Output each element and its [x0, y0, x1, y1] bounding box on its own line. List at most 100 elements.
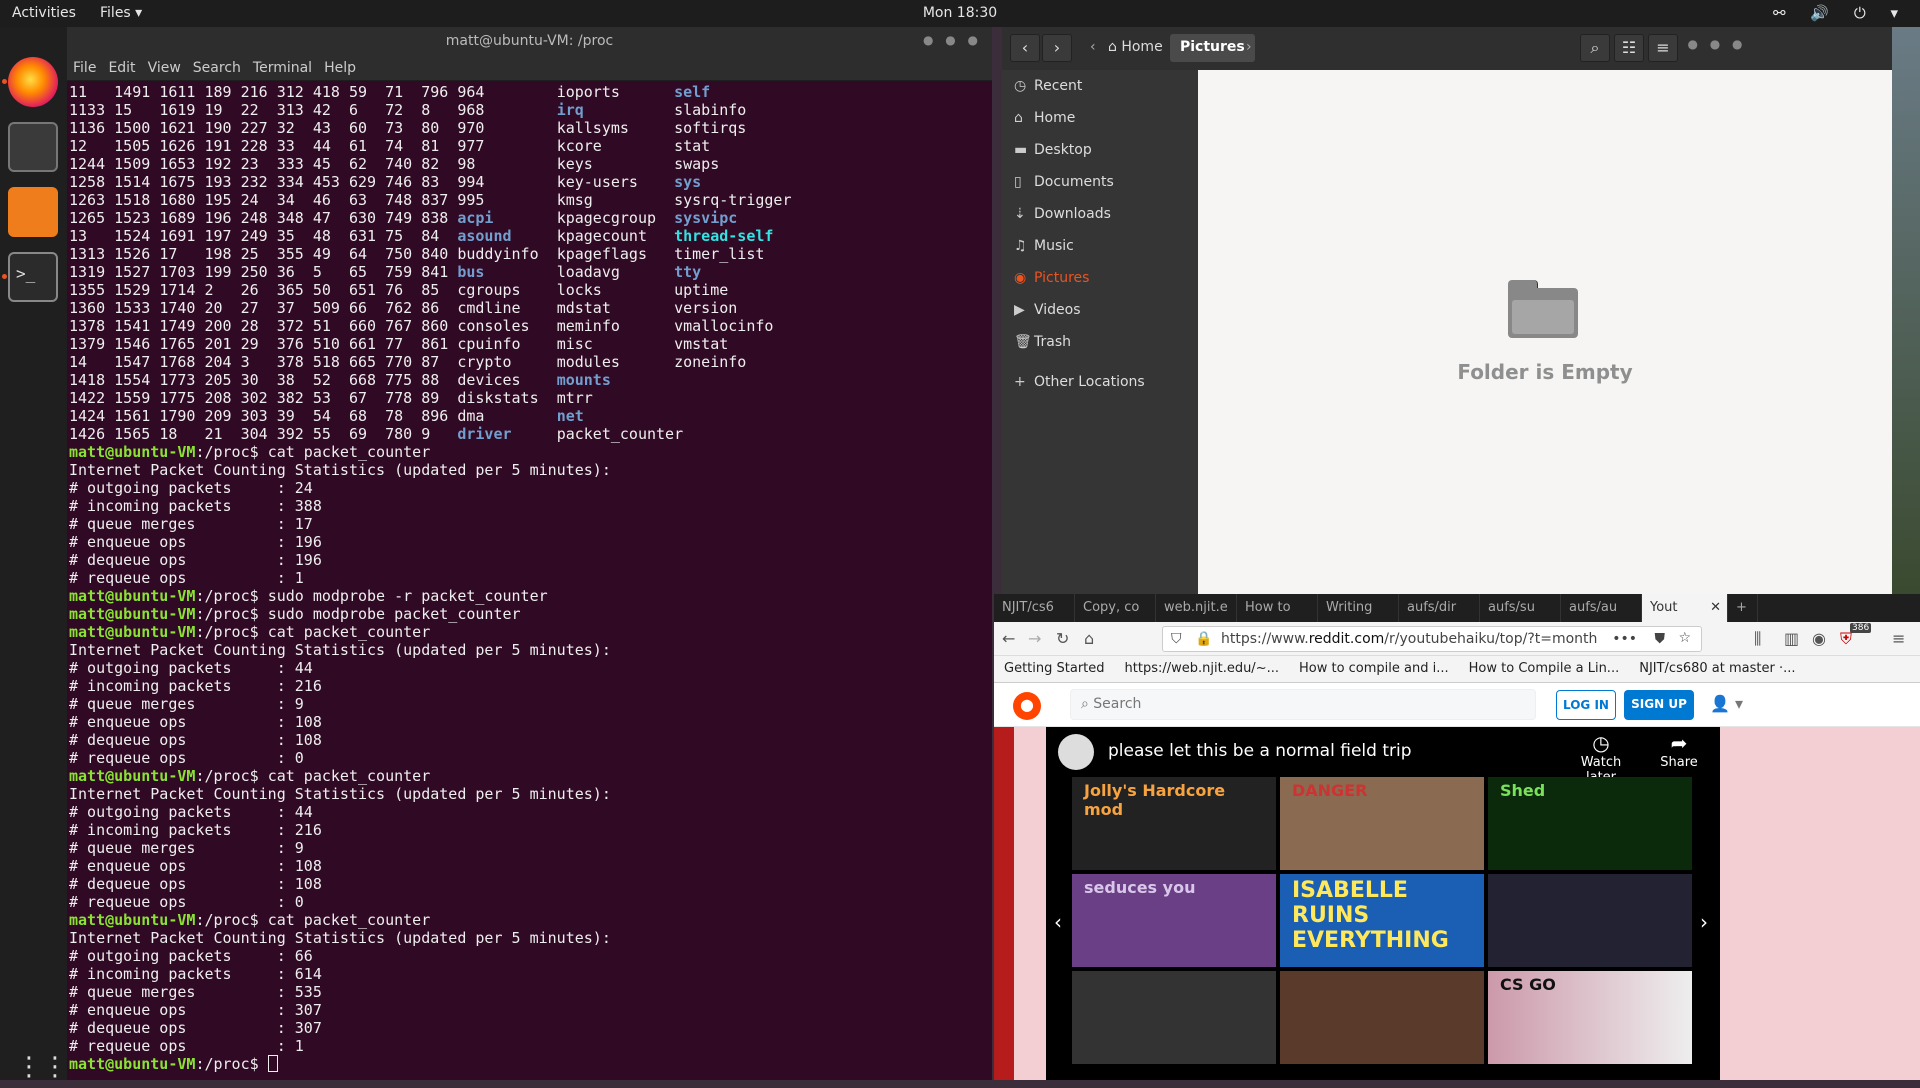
- video-thumbnail[interactable]: [1280, 971, 1484, 1064]
- terminal-titlebar[interactable]: matt@ubuntu-VM: /proc ● ● ●: [67, 27, 992, 55]
- browser-tab[interactable]: web.njit.e: [1156, 594, 1237, 622]
- ls-entry: 76: [385, 281, 404, 299]
- back-icon[interactable]: ←: [1002, 629, 1015, 648]
- sidebar-item-other-locations[interactable]: + Other Locations: [1002, 366, 1198, 398]
- hamburger-menu-icon[interactable]: ≡: [1648, 34, 1678, 62]
- sidebar-item-trash[interactable]: 🗑 Trash: [1002, 326, 1198, 358]
- new-tab-button[interactable]: +: [1728, 594, 1758, 622]
- sidebar-item-pictures[interactable]: ◉ Pictures: [1002, 262, 1198, 294]
- home-icon[interactable]: ⌂: [1084, 629, 1094, 648]
- back-button[interactable]: ‹: [1010, 34, 1040, 62]
- browser-tab[interactable]: aufs/au: [1561, 594, 1642, 622]
- terminal-menu-edit[interactable]: Edit: [108, 60, 135, 76]
- ls-entry: acpi: [457, 209, 494, 227]
- terminal-output[interactable]: 11 1491 1611 189 216 312 418 59 71 796 9…: [67, 81, 992, 1075]
- login-button[interactable]: LOG IN: [1556, 690, 1616, 720]
- url-bar[interactable]: ⛉ 🔒 https://www.reddit.com/r/youtubehaik…: [1162, 626, 1702, 652]
- video-title[interactable]: please let this be a normal field trip: [1108, 741, 1412, 761]
- sidebar-item-music[interactable]: ♫ Music: [1002, 230, 1198, 262]
- ls-entry: zoneinfo: [674, 353, 747, 371]
- terminal-menu-search[interactable]: Search: [193, 60, 241, 76]
- prev-arrow-icon[interactable]: ‹: [1054, 910, 1062, 934]
- channel-avatar[interactable]: [1058, 734, 1094, 770]
- firefox-menu-icon[interactable]: ≡: [1892, 629, 1905, 648]
- browser-tab[interactable]: Copy, co: [1075, 594, 1156, 622]
- breadcrumb-home[interactable]: ⌂ Home: [1098, 34, 1173, 62]
- command: sudo modprobe packet_counter: [267, 605, 521, 623]
- forward-icon[interactable]: →: [1028, 629, 1041, 648]
- search-icon[interactable]: ⌕: [1580, 34, 1610, 62]
- browser-tab[interactable]: Yout ✕: [1642, 594, 1728, 622]
- video-player[interactable]: please let this be a normal field trip ◷…: [1046, 727, 1720, 1080]
- video-thumbnail[interactable]: DANGER: [1280, 777, 1484, 870]
- video-thumbnail[interactable]: [1072, 971, 1276, 1064]
- sidebar-item-desktop[interactable]: ▬ Desktop: [1002, 134, 1198, 166]
- ls-entry: 61: [348, 137, 368, 155]
- window-controls[interactable]: ● ● ●: [923, 33, 982, 47]
- terminal-menu-view[interactable]: View: [148, 60, 181, 76]
- sidebar-item-home[interactable]: ⌂ Home: [1002, 102, 1198, 134]
- files-icon[interactable]: [8, 122, 58, 172]
- sidebar-item-recent[interactable]: ◷ Recent: [1002, 70, 1198, 102]
- ls-entry: 796: [421, 83, 449, 101]
- video-thumbnail[interactable]: seduces you: [1072, 874, 1276, 967]
- ls-entry: 8: [421, 101, 431, 119]
- ls-entry: 29: [240, 335, 259, 353]
- ls-entry: 30: [240, 371, 259, 389]
- reload-icon[interactable]: ↻: [1056, 629, 1069, 648]
- bookmark-item[interactable]: NJIT/cs680 at master ·...: [1639, 661, 1795, 676]
- clock[interactable]: Mon 18:30: [923, 5, 997, 21]
- video-thumbnail[interactable]: Jolly's Hardcore mod: [1072, 777, 1276, 870]
- terminal-menu-file[interactable]: File: [73, 60, 96, 76]
- page-actions-icon[interactable]: •••: [1612, 631, 1637, 647]
- software-store-icon[interactable]: [8, 187, 58, 237]
- close-tab-icon[interactable]: ✕: [1710, 600, 1721, 615]
- video-thumbnail[interactable]: ISABELLE RUINS EVERYTHING: [1280, 874, 1484, 967]
- sidebar-item-label: Pictures: [1034, 270, 1090, 286]
- firefox-window[interactable]: NJIT/cs6 Copy, co web.njit.e How to Writing a…: [994, 594, 1920, 1080]
- signup-button[interactable]: SIGN UP: [1624, 690, 1694, 720]
- user-menu-icon[interactable]: 👤 ▾: [1710, 694, 1743, 713]
- sidebar-item-downloads[interactable]: ⇣ Downloads: [1002, 198, 1198, 230]
- app-menu[interactable]: Files ▾: [100, 5, 142, 21]
- browser-tab[interactable]: aufs/su: [1480, 594, 1561, 622]
- browser-tab[interactable]: NJIT/cs6: [994, 594, 1075, 622]
- sidebar-icon[interactable]: ▥: [1784, 629, 1799, 648]
- shield-icon[interactable]: ⛉: [1171, 631, 1182, 647]
- window-controls[interactable]: ● ● ●: [1682, 34, 1752, 62]
- reddit-logo-icon[interactable]: ●: [1013, 692, 1041, 720]
- firefox-icon[interactable]: [8, 57, 58, 107]
- browser-tab[interactable]: aufs/dir: [1399, 594, 1480, 622]
- files-content[interactable]: Folder is Empty: [1198, 70, 1892, 594]
- bookmark-star-icon[interactable]: ☆: [1678, 630, 1691, 646]
- sidebar-item-videos[interactable]: ▶ Videos: [1002, 294, 1198, 326]
- browser-tab[interactable]: How to: [1237, 594, 1318, 622]
- video-thumbnail[interactable]: [1488, 874, 1692, 967]
- system-tray[interactable]: ⚯ 🔊 ⏻ ▾: [1773, 4, 1908, 22]
- library-icon[interactable]: ⫼: [1754, 629, 1761, 649]
- ls-entry: 1773: [159, 371, 196, 389]
- browser-tab[interactable]: Writing: [1318, 594, 1399, 622]
- next-arrow-icon[interactable]: ›: [1700, 910, 1708, 934]
- view-toggle-icon[interactable]: ☷: [1614, 34, 1644, 62]
- video-thumbnail[interactable]: CS GO: [1488, 971, 1692, 1064]
- reddit-search-input[interactable]: ⌕ Search: [1070, 689, 1536, 720]
- bookmark-item[interactable]: How to Compile a Lin...: [1469, 661, 1620, 676]
- show-applications-icon[interactable]: ⋮⋮⋮: [16, 1052, 94, 1088]
- forward-button[interactable]: ›: [1042, 34, 1072, 62]
- terminal-icon[interactable]: >_: [8, 252, 58, 302]
- terminal-menu-help[interactable]: Help: [324, 60, 356, 76]
- video-thumbnail[interactable]: Shed: [1488, 777, 1692, 870]
- bookmark-item[interactable]: Getting Started: [1004, 661, 1105, 676]
- terminal-window[interactable]: matt@ubuntu-VM: /proc ● ● ● File Edit View…: [67, 27, 992, 1080]
- bookmark-item[interactable]: How to compile and i...: [1299, 661, 1449, 676]
- sidebar-item-documents[interactable]: ▯ Documents: [1002, 166, 1198, 198]
- bookmark-item[interactable]: https://web.njit.edu/~...: [1125, 661, 1279, 676]
- files-window[interactable]: ‹ › ‹ ⌂ Home Pictures › ⌕ ☷ ≡ ● ● ● ◷ Rec…: [1002, 27, 1892, 594]
- pocket-icon[interactable]: ⛊: [1655, 631, 1666, 647]
- activities-button[interactable]: Activities: [12, 5, 76, 21]
- crumb-right-arrow[interactable]: ›: [1236, 34, 1262, 62]
- terminal-menu-terminal[interactable]: Terminal: [253, 60, 312, 76]
- share-button[interactable]: ➦ Share: [1654, 731, 1704, 770]
- account-icon[interactable]: ◉: [1812, 629, 1826, 648]
